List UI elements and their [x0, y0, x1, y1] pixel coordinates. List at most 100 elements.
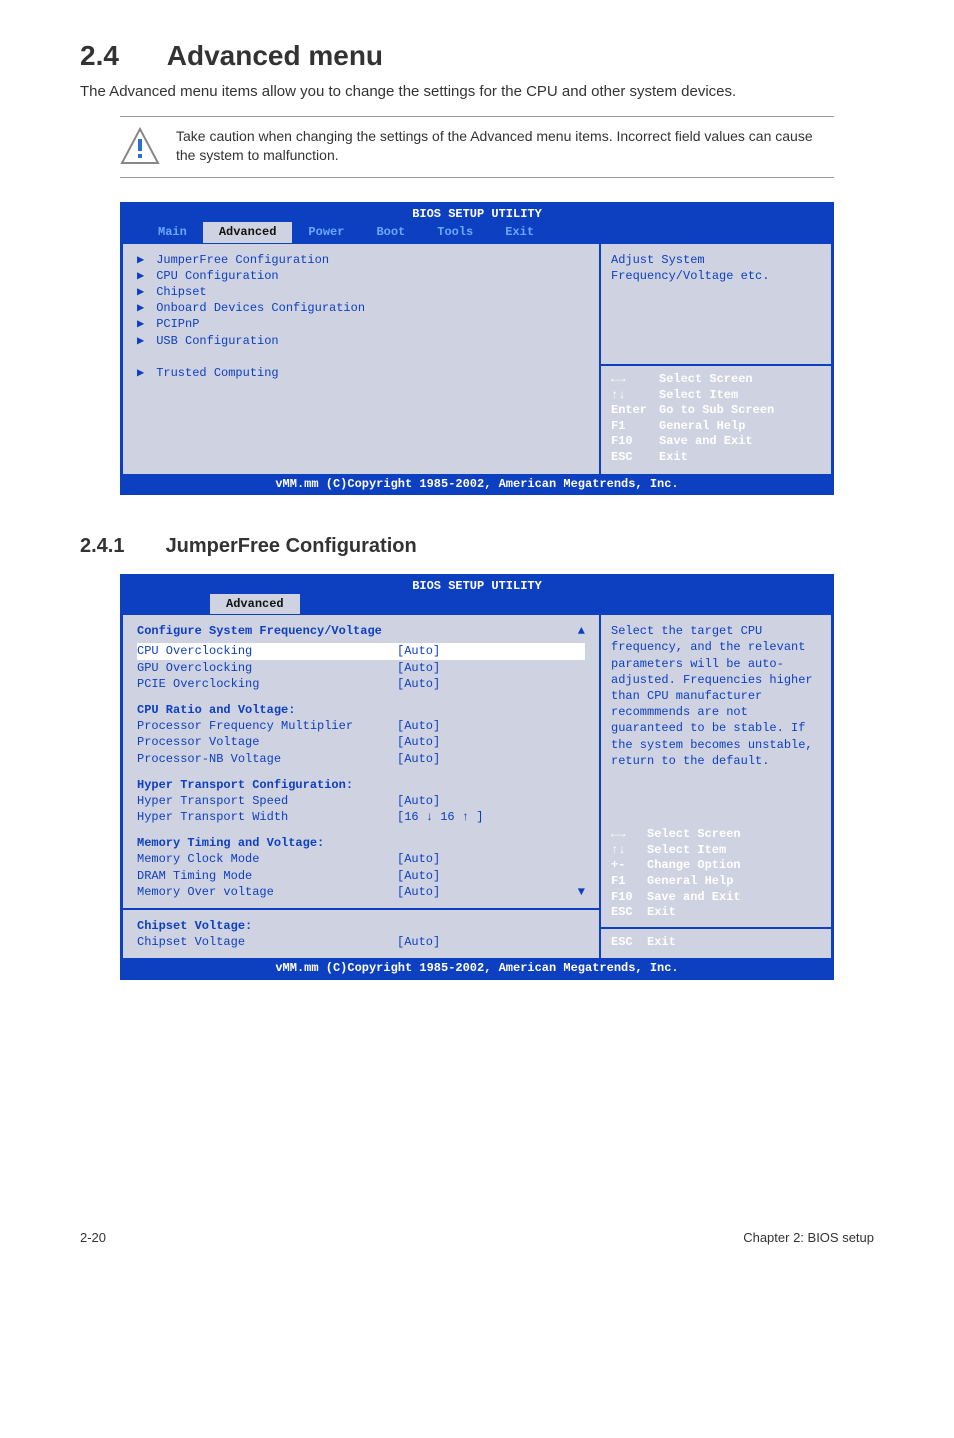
field-proc-freq-mult[interactable]: Processor Frequency Multiplier[Auto] [137, 718, 585, 734]
field-value: [Auto] [397, 734, 440, 750]
field-label: GPU Overclocking [137, 660, 397, 676]
menu-item-chipset[interactable]: ▶ Chipset [137, 284, 585, 300]
side-separator [601, 364, 831, 366]
bios-main-panel: Configure System Frequency/Voltage ▲ CPU… [123, 615, 601, 958]
field-value: [Auto] [397, 643, 440, 659]
key-desc: Go to Sub Screen [659, 403, 774, 419]
key-desc: Save and Exit [647, 890, 741, 906]
bios-title: BIOS SETUP UTILITY [122, 576, 832, 594]
menu-item-label: Chipset [156, 285, 206, 299]
field-label: DRAM Timing Mode [137, 868, 397, 884]
key: ESC [611, 905, 647, 921]
field-label: Processor Voltage [137, 734, 397, 750]
bios-help-text: Adjust System Frequency/Voltage etc. [611, 252, 821, 358]
caution-text: Take caution when changing the settings … [176, 127, 834, 165]
bios-tab-bar: Advanced [122, 594, 832, 614]
key-hint: F10Save and Exit [611, 434, 821, 450]
field-proc-nb-voltage[interactable]: Processor-NB Voltage[Auto] [137, 751, 585, 767]
key-desc: Exit [647, 935, 676, 951]
key-desc: Save and Exit [659, 434, 753, 450]
tab-boot[interactable]: Boot [360, 222, 421, 242]
key-desc: Exit [659, 450, 688, 466]
field-label: Chipset Voltage [137, 934, 397, 950]
field-label: Hyper Transport Speed [137, 793, 397, 809]
heading-text: Advanced menu [167, 40, 383, 71]
field-value: [Auto] [397, 868, 440, 884]
key: F10 [611, 890, 647, 906]
footer-chapter: Chapter 2: BIOS setup [743, 1230, 874, 1245]
subheading-number: 2.4.1 [80, 535, 160, 558]
bios-tab-bar: Main Advanced Power Boot Tools Exit [122, 222, 832, 242]
bios-footer: vMM.mm (C)Copyright 1985-2002, American … [122, 959, 832, 977]
field-value: [Auto] [397, 793, 440, 809]
bios-main-panel: ▶ JumperFree Configuration ▶ CPU Configu… [123, 244, 601, 474]
tab-advanced[interactable]: Advanced [210, 594, 300, 614]
menu-spacer [137, 349, 585, 365]
field-mem-clock-mode[interactable]: Memory Clock Mode[Auto] [137, 851, 585, 867]
menu-item-pcipnp[interactable]: ▶ PCIPnP [137, 316, 585, 332]
field-mem-over-voltage[interactable]: Memory Over voltage[Auto]▼ [137, 884, 585, 900]
key: F1 [611, 874, 647, 890]
field-label: PCIE Overclocking [137, 676, 397, 692]
key: F10 [611, 434, 659, 450]
field-dram-timing-mode[interactable]: DRAM Timing Mode[Auto] [137, 868, 585, 884]
caution-icon [120, 127, 160, 167]
tab-tools[interactable]: Tools [421, 222, 489, 242]
field-value: [Auto] [397, 851, 440, 867]
caution-note: Take caution when changing the settings … [120, 116, 834, 178]
group-hyper-transport: Hyper Transport Configuration: [137, 777, 585, 793]
field-value: [Auto] [397, 718, 440, 734]
key-desc: Change Option [647, 858, 741, 874]
section-heading: 2.4 Advanced menu [80, 40, 874, 72]
key: +- [611, 858, 647, 874]
heading-number: 2.4 [80, 40, 160, 72]
bios-help-text: Select the target CPU frequency, and the… [611, 623, 821, 821]
bios-key-hints-extra: ESCExit [611, 935, 821, 951]
key: ESC [611, 450, 659, 466]
menu-item-trusted-computing[interactable]: ▶ Trusted Computing [137, 365, 585, 381]
key: ←→ [611, 372, 659, 388]
field-proc-voltage[interactable]: Processor Voltage[Auto] [137, 734, 585, 750]
tab-power[interactable]: Power [292, 222, 360, 242]
menu-item-onboard[interactable]: ▶ Onboard Devices Configuration [137, 300, 585, 316]
bios-side-panel: Select the target CPU frequency, and the… [601, 615, 831, 958]
footer-page-number: 2-20 [80, 1230, 106, 1245]
key-desc: Select Item [647, 843, 726, 859]
field-label: Processor-NB Voltage [137, 751, 397, 767]
key: F1 [611, 419, 659, 435]
bios-footer: vMM.mm (C)Copyright 1985-2002, American … [122, 475, 832, 493]
page-footer: 2-20 Chapter 2: BIOS setup [80, 1200, 874, 1255]
menu-item-label: CPU Configuration [156, 269, 278, 283]
menu-item-jumperfree[interactable]: ▶ JumperFree Configuration [137, 252, 585, 268]
field-ht-width[interactable]: Hyper Transport Width[16 ↓ 16 ↑ ] [137, 809, 585, 825]
bios-body: ▶ JumperFree Configuration ▶ CPU Configu… [122, 243, 832, 475]
side-separator [601, 927, 831, 929]
tab-exit[interactable]: Exit [489, 222, 550, 242]
key-hint: F10Save and Exit [611, 890, 821, 906]
key: ESC [611, 935, 647, 951]
key-desc: Select Screen [659, 372, 753, 388]
key: ↑↓ [611, 843, 647, 859]
scroll-down-icon: ▼ [578, 884, 585, 900]
field-gpu-overclocking[interactable]: GPU Overclocking[Auto] [137, 660, 585, 676]
field-ht-speed[interactable]: Hyper Transport Speed[Auto] [137, 793, 585, 809]
field-pcie-overclocking[interactable]: PCIE Overclocking[Auto] [137, 676, 585, 692]
field-chipset-voltage[interactable]: Chipset Voltage[Auto] [137, 934, 585, 950]
menu-item-label: JumperFree Configuration [156, 253, 329, 267]
menu-item-usb-config[interactable]: ▶ USB Configuration [137, 333, 585, 349]
key-hint: ESCExit [611, 905, 821, 921]
bios-screen-advanced-menu: BIOS SETUP UTILITY Main Advanced Power B… [120, 202, 834, 495]
menu-item-label: Trusted Computing [156, 366, 278, 380]
tab-advanced[interactable]: Advanced [203, 222, 293, 242]
field-label: Memory Over voltage [137, 884, 397, 900]
key-hint: ESCExit [611, 935, 821, 951]
field-value: [Auto] [397, 751, 440, 767]
panel-header: Configure System Frequency/Voltage ▲ [137, 623, 585, 639]
tab-main[interactable]: Main [142, 222, 203, 242]
bios-key-hints: ←→Select Screen ↑↓Select Item +-Change O… [611, 827, 821, 921]
menu-item-cpu-config[interactable]: ▶ CPU Configuration [137, 268, 585, 284]
field-label: Memory Clock Mode [137, 851, 397, 867]
field-value: [Auto] [397, 660, 440, 676]
field-cpu-overclocking[interactable]: CPU Overclocking[Auto] [137, 643, 585, 659]
key-hint: ESCExit [611, 450, 821, 466]
